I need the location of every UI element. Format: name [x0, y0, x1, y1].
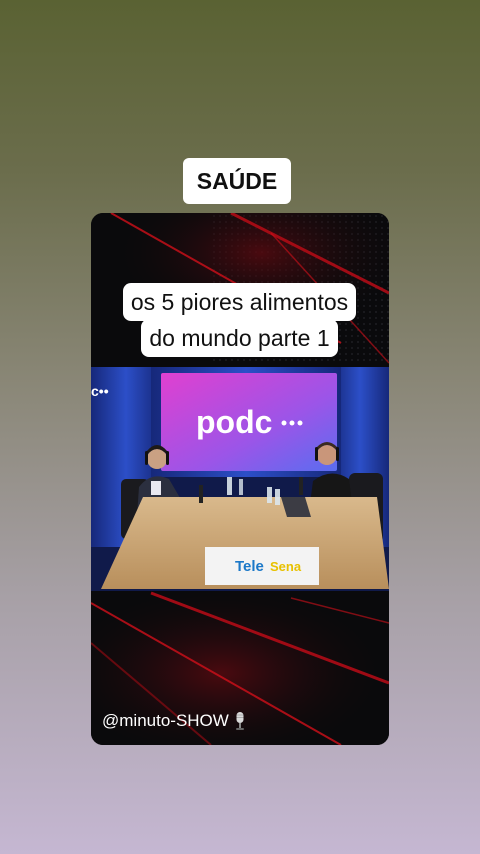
title-line-2: do mundo parte 1	[141, 319, 338, 357]
podcast-scene: podc Tele Sena	[91, 367, 389, 591]
video-title: os 5 piores alimentos do mundo parte 1	[96, 283, 383, 357]
channel-handle[interactable]: @minuto-SHOW	[102, 711, 247, 731]
sponsor-text-2: Sena	[270, 559, 302, 574]
microphone-icon	[235, 712, 244, 730]
video-frame[interactable]: podc Tele Sena c••	[91, 367, 389, 591]
screen-logo: podc	[196, 404, 272, 440]
sponsor-text-1: Tele	[235, 558, 264, 575]
category-tag: SAÚDE	[183, 158, 291, 204]
video-card[interactable]: os 5 piores alimentos do mundo parte 1 p…	[91, 213, 389, 745]
title-line-1: os 5 piores alimentos	[122, 283, 357, 321]
channel-handle-text: @minuto-SHOW	[102, 711, 229, 730]
category-label: SAÚDE	[196, 167, 278, 194]
corner-watermark: c••	[91, 383, 109, 399]
